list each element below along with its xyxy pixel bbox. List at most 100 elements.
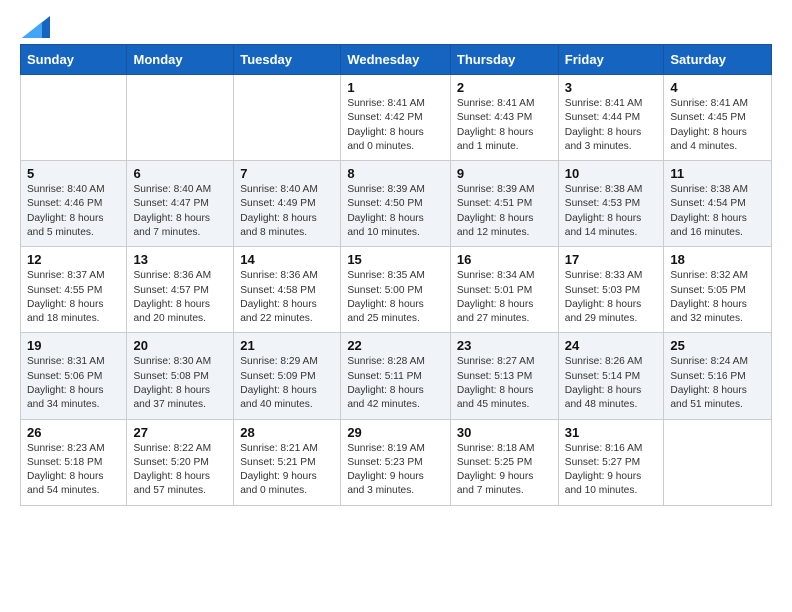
day-cell: 17Sunrise: 8:33 AM Sunset: 5:03 PM Dayli… — [558, 247, 664, 333]
day-cell: 16Sunrise: 8:34 AM Sunset: 5:01 PM Dayli… — [450, 247, 558, 333]
weekday-header-thursday: Thursday — [450, 45, 558, 75]
weekday-header-saturday: Saturday — [664, 45, 772, 75]
day-cell: 19Sunrise: 8:31 AM Sunset: 5:06 PM Dayli… — [21, 333, 127, 419]
day-cell: 31 Sunrise: 8:16 AM Sunset: 5:27 PM Dayli… — [558, 419, 664, 505]
day-number: 1 — [347, 80, 444, 95]
day-cell: 13 Sunrise: 8:36 AM Sunset: 4:57 PM Dayli… — [127, 247, 234, 333]
day-cell — [127, 75, 234, 161]
day-info: Sunrise: 8:36 AM Sunset: 4:57 PM Dayligh… — [133, 269, 227, 326]
day-info: Sunrise: 8:39 AM Sunset: 4:50 PM Dayligh… — [347, 183, 444, 240]
day-info: Sunrise: 8:40 AM Sunset: 4:47 PM Dayligh… — [133, 183, 227, 240]
day-info: Sunrise: 8:32 AM Sunset: 5:05 PM Dayligh… — [670, 269, 765, 326]
day-cell: 25 Sunrise: 8:24 AM Sunset: 5:16 PM Dayli… — [664, 333, 772, 419]
weekday-header-monday: Monday — [127, 45, 234, 75]
day-cell: 11Sunrise: 8:38 AM Sunset: 4:54 PM Dayli… — [664, 161, 772, 247]
day-cell — [664, 419, 772, 505]
day-cell: 14 Sunrise: 8:36 AM Sunset: 4:58 PM Dayli… — [234, 247, 341, 333]
day-info: Sunrise: 8:24 AM Sunset: 5:16 PM Dayligh… — [670, 355, 765, 412]
day-cell — [234, 75, 341, 161]
day-info: Sunrise: 8:40 AM Sunset: 4:46 PM Dayligh… — [27, 183, 120, 240]
day-number: 10 — [565, 166, 658, 181]
day-cell: 1 Sunrise: 8:41 AM Sunset: 4:42 PM Daylig… — [341, 75, 451, 161]
day-number: 8 — [347, 166, 444, 181]
day-number: 16 — [457, 252, 552, 267]
day-info: Sunrise: 8:33 AM Sunset: 5:03 PM Dayligh… — [565, 269, 658, 326]
header — [20, 16, 772, 34]
day-number: 5 — [27, 166, 120, 181]
logo — [20, 16, 50, 34]
weekday-header-friday: Friday — [558, 45, 664, 75]
day-info: Sunrise: 8:16 AM Sunset: 5:27 PM Dayligh… — [565, 442, 658, 499]
week-row-2: 5 Sunrise: 8:40 AM Sunset: 4:46 PM Daylig… — [21, 161, 772, 247]
week-row-4: 19Sunrise: 8:31 AM Sunset: 5:06 PM Dayli… — [21, 333, 772, 419]
day-number: 24 — [565, 338, 658, 353]
day-info: Sunrise: 8:22 AM Sunset: 5:20 PM Dayligh… — [133, 442, 227, 499]
day-number: 4 — [670, 80, 765, 95]
day-cell: 22 Sunrise: 8:28 AM Sunset: 5:11 PM Dayli… — [341, 333, 451, 419]
day-info: Sunrise: 8:41 AM Sunset: 4:44 PM Dayligh… — [565, 97, 658, 154]
day-cell: 5 Sunrise: 8:40 AM Sunset: 4:46 PM Daylig… — [21, 161, 127, 247]
day-info: Sunrise: 8:36 AM Sunset: 4:58 PM Dayligh… — [240, 269, 334, 326]
day-number: 9 — [457, 166, 552, 181]
day-info: Sunrise: 8:40 AM Sunset: 4:49 PM Dayligh… — [240, 183, 334, 240]
day-number: 12 — [27, 252, 120, 267]
day-number: 22 — [347, 338, 444, 353]
day-info: Sunrise: 8:41 AM Sunset: 4:42 PM Dayligh… — [347, 97, 444, 154]
day-info: Sunrise: 8:27 AM Sunset: 5:13 PM Dayligh… — [457, 355, 552, 412]
day-cell: 21 Sunrise: 8:29 AM Sunset: 5:09 PM Dayli… — [234, 333, 341, 419]
day-cell: 30 Sunrise: 8:18 AM Sunset: 5:25 PM Dayli… — [450, 419, 558, 505]
day-number: 14 — [240, 252, 334, 267]
day-info: Sunrise: 8:26 AM Sunset: 5:14 PM Dayligh… — [565, 355, 658, 412]
day-number: 15 — [347, 252, 444, 267]
day-cell: 10 Sunrise: 8:38 AM Sunset: 4:53 PM Dayli… — [558, 161, 664, 247]
calendar-page: SundayMondayTuesdayWednesdayThursdayFrid… — [0, 0, 792, 526]
day-number: 3 — [565, 80, 658, 95]
day-info: Sunrise: 8:23 AM Sunset: 5:18 PM Dayligh… — [27, 442, 120, 499]
day-cell — [21, 75, 127, 161]
day-number: 13 — [133, 252, 227, 267]
day-info: Sunrise: 8:38 AM Sunset: 4:53 PM Dayligh… — [565, 183, 658, 240]
week-row-3: 12 Sunrise: 8:37 AM Sunset: 4:55 PM Dayli… — [21, 247, 772, 333]
day-number: 25 — [670, 338, 765, 353]
day-cell: 29 Sunrise: 8:19 AM Sunset: 5:23 PM Dayli… — [341, 419, 451, 505]
day-number: 30 — [457, 425, 552, 440]
calendar-table: SundayMondayTuesdayWednesdayThursdayFrid… — [20, 44, 772, 506]
day-cell: 4 Sunrise: 8:41 AM Sunset: 4:45 PM Daylig… — [664, 75, 772, 161]
day-info: Sunrise: 8:35 AM Sunset: 5:00 PM Dayligh… — [347, 269, 444, 326]
day-info: Sunrise: 8:28 AM Sunset: 5:11 PM Dayligh… — [347, 355, 444, 412]
day-number: 26 — [27, 425, 120, 440]
weekday-header-tuesday: Tuesday — [234, 45, 341, 75]
day-number: 18 — [670, 252, 765, 267]
weekday-header-sunday: Sunday — [21, 45, 127, 75]
day-number: 29 — [347, 425, 444, 440]
weekday-header-wednesday: Wednesday — [341, 45, 451, 75]
day-cell: 26 Sunrise: 8:23 AM Sunset: 5:18 PM Dayli… — [21, 419, 127, 505]
day-info: Sunrise: 8:19 AM Sunset: 5:23 PM Dayligh… — [347, 442, 444, 499]
day-info: Sunrise: 8:38 AM Sunset: 4:54 PM Dayligh… — [670, 183, 765, 240]
day-info: Sunrise: 8:37 AM Sunset: 4:55 PM Dayligh… — [27, 269, 120, 326]
day-number: 2 — [457, 80, 552, 95]
day-info: Sunrise: 8:29 AM Sunset: 5:09 PM Dayligh… — [240, 355, 334, 412]
day-cell: 18 Sunrise: 8:32 AM Sunset: 5:05 PM Dayli… — [664, 247, 772, 333]
day-cell: 9Sunrise: 8:39 AM Sunset: 4:51 PM Daylig… — [450, 161, 558, 247]
day-info: Sunrise: 8:41 AM Sunset: 4:45 PM Dayligh… — [670, 97, 765, 154]
day-number: 27 — [133, 425, 227, 440]
day-info: Sunrise: 8:30 AM Sunset: 5:08 PM Dayligh… — [133, 355, 227, 412]
day-info: Sunrise: 8:21 AM Sunset: 5:21 PM Dayligh… — [240, 442, 334, 499]
day-cell: 28Sunrise: 8:21 AM Sunset: 5:21 PM Dayli… — [234, 419, 341, 505]
weekday-header-row: SundayMondayTuesdayWednesdayThursdayFrid… — [21, 45, 772, 75]
day-cell: 24 Sunrise: 8:26 AM Sunset: 5:14 PM Dayli… — [558, 333, 664, 419]
week-row-1: 1 Sunrise: 8:41 AM Sunset: 4:42 PM Daylig… — [21, 75, 772, 161]
day-cell: 20Sunrise: 8:30 AM Sunset: 5:08 PM Dayli… — [127, 333, 234, 419]
day-cell: 7 Sunrise: 8:40 AM Sunset: 4:49 PM Daylig… — [234, 161, 341, 247]
day-cell: 23Sunrise: 8:27 AM Sunset: 5:13 PM Dayli… — [450, 333, 558, 419]
day-number: 31 — [565, 425, 658, 440]
day-number: 19 — [27, 338, 120, 353]
day-cell: 15 Sunrise: 8:35 AM Sunset: 5:00 PM Dayli… — [341, 247, 451, 333]
day-cell: 12 Sunrise: 8:37 AM Sunset: 4:55 PM Dayli… — [21, 247, 127, 333]
day-info: Sunrise: 8:18 AM Sunset: 5:25 PM Dayligh… — [457, 442, 552, 499]
day-cell: 2Sunrise: 8:41 AM Sunset: 4:43 PM Daylig… — [450, 75, 558, 161]
day-number: 21 — [240, 338, 334, 353]
day-number: 7 — [240, 166, 334, 181]
logo-icon — [22, 16, 50, 38]
